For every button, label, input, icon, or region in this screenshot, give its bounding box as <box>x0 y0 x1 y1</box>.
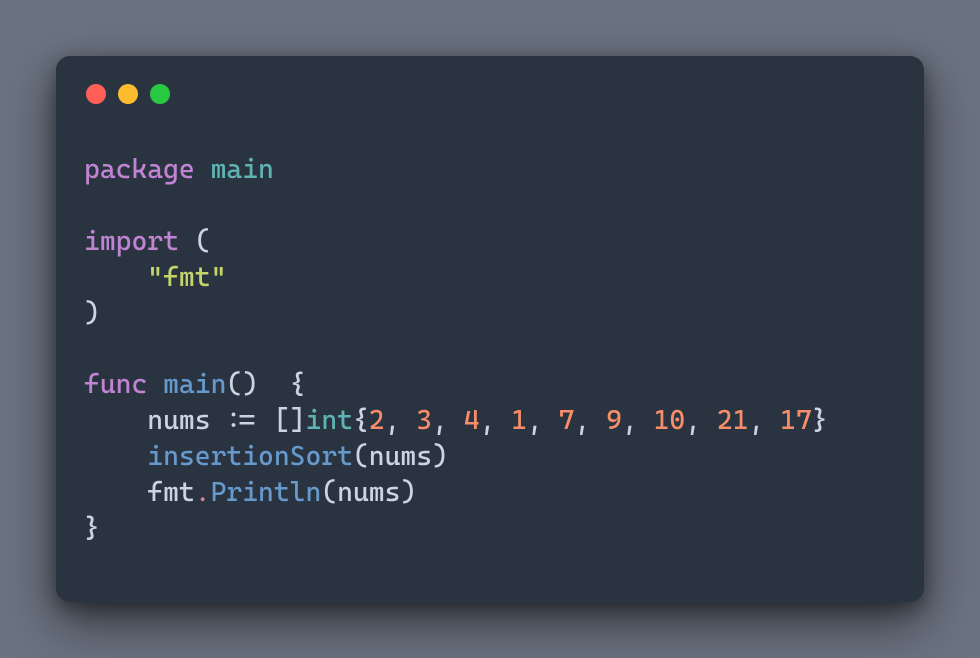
assign-op: := <box>226 405 258 436</box>
type-int: int <box>306 405 353 436</box>
brace-open: { <box>353 405 369 436</box>
space <box>195 154 211 185</box>
brace-open: { <box>290 369 306 400</box>
func-call-println: Println <box>211 477 322 508</box>
indent <box>84 441 147 472</box>
arg-nums: nums <box>369 441 432 472</box>
num-literal: 4 <box>464 405 480 436</box>
comma: , <box>385 405 417 436</box>
window-controls <box>84 80 896 104</box>
paren-close: ) <box>432 441 448 472</box>
slice-brackets: [] <box>274 405 306 436</box>
paren-open: ( <box>321 477 337 508</box>
comma: , <box>749 405 781 436</box>
parens: () <box>226 369 258 400</box>
comma: , <box>527 405 559 436</box>
keyword-func: func <box>84 369 147 400</box>
num-literal: 1 <box>511 405 527 436</box>
dot-op: . <box>195 477 211 508</box>
paren-close: ) <box>400 477 416 508</box>
comma: , <box>685 405 717 436</box>
func-name-main: main <box>163 369 226 400</box>
paren-open: ( <box>195 226 211 257</box>
arg-nums: nums <box>337 477 400 508</box>
space <box>211 405 227 436</box>
comma: , <box>622 405 654 436</box>
space <box>179 226 195 257</box>
num-literal: 17 <box>780 405 812 436</box>
comma: , <box>575 405 607 436</box>
num-literal: 9 <box>606 405 622 436</box>
num-literal: 7 <box>559 405 575 436</box>
paren-close: ) <box>84 298 100 329</box>
num-literal: 3 <box>416 405 432 436</box>
indent <box>84 262 147 293</box>
code-block: package main import ( "fmt" ) func main(… <box>84 152 896 547</box>
close-icon[interactable] <box>86 84 106 104</box>
import-string: "fmt" <box>147 262 226 293</box>
brace-close: } <box>812 405 828 436</box>
indent <box>84 405 147 436</box>
comma: , <box>432 405 464 436</box>
num-literal: 2 <box>369 405 385 436</box>
pkg-fmt: fmt <box>147 477 194 508</box>
zoom-icon[interactable] <box>150 84 170 104</box>
minimize-icon[interactable] <box>118 84 138 104</box>
num-literal: 10 <box>654 405 686 436</box>
comma: , <box>480 405 512 436</box>
space <box>258 405 274 436</box>
indent <box>84 477 147 508</box>
func-call-insertionsort: insertionSort <box>147 441 353 472</box>
paren-open: ( <box>353 441 369 472</box>
package-name: main <box>211 154 274 185</box>
brace-close: } <box>84 513 100 544</box>
code-window: package main import ( "fmt" ) func main(… <box>56 56 924 602</box>
num-literal: 21 <box>717 405 749 436</box>
space <box>258 369 290 400</box>
var-nums: nums <box>147 405 210 436</box>
keyword-import: import <box>84 226 179 257</box>
keyword-package: package <box>84 154 195 185</box>
space <box>147 369 163 400</box>
